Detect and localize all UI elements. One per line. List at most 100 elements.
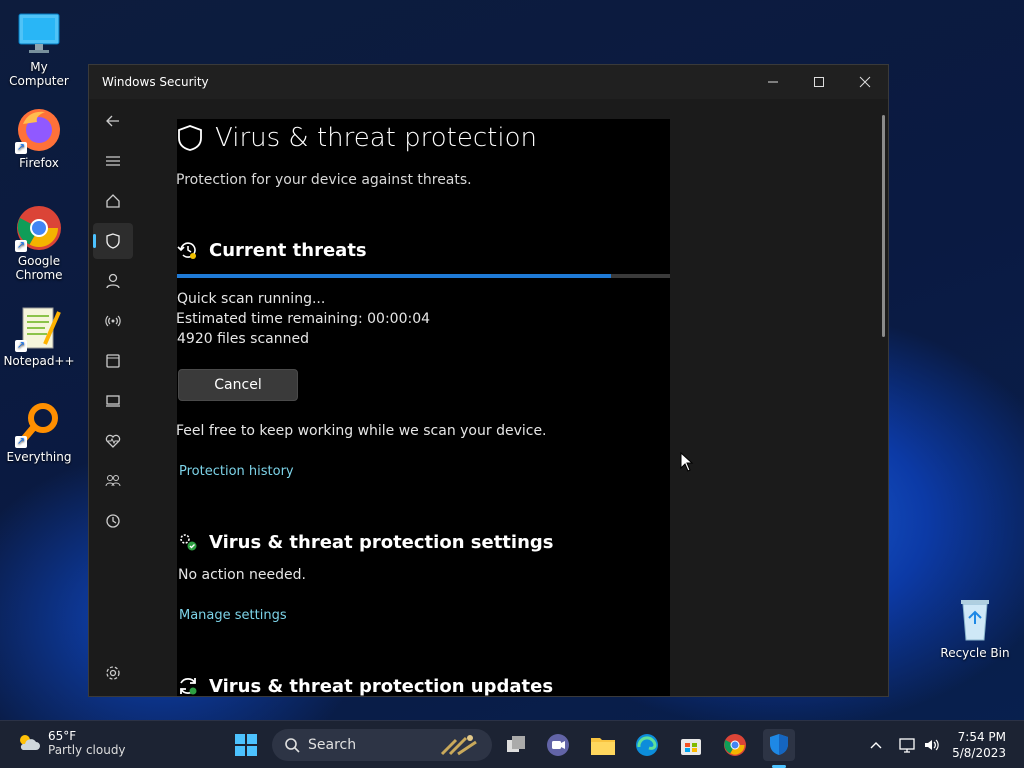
desktop-icon-label: Firefox <box>19 156 59 170</box>
current-threats-heading: Current threats <box>177 239 367 261</box>
store-button[interactable] <box>675 729 707 761</box>
scan-progress-fill <box>177 274 611 278</box>
desktop-icon-notepadpp[interactable]: ↗ Notepad++ <box>1 304 77 368</box>
close-button[interactable] <box>842 65 888 99</box>
taskbar: 65°F Partly cloudy Search 7:54 PM 5/8/20… <box>0 720 1024 768</box>
folder-icon <box>591 738 615 755</box>
time-remaining-value: 00:00:04 <box>367 311 431 327</box>
chrome-taskbar-button[interactable] <box>719 729 751 761</box>
file-explorer-button[interactable] <box>587 729 619 761</box>
scan-progress-bar <box>177 274 670 278</box>
minimize-icon <box>768 81 778 83</box>
maximize-icon <box>814 77 824 87</box>
title-bar[interactable]: Windows Security <box>89 65 888 99</box>
back-icon <box>106 115 119 127</box>
time-remaining: Estimated time remaining: 00:00:04 <box>177 311 430 327</box>
desktop-icon-chrome[interactable]: ↗ Google Chrome <box>1 204 77 282</box>
desktop-icon-label: My Computer <box>9 60 69 88</box>
window-title: Windows Security <box>102 75 209 89</box>
task-view-icon <box>507 736 525 752</box>
current-threats-title: Current threats <box>209 239 367 261</box>
recycle-bin-icon <box>951 596 999 644</box>
taskbar-search-box[interactable]: Search <box>272 729 492 761</box>
chevron-up-icon <box>870 742 882 749</box>
teams-button[interactable] <box>542 729 574 761</box>
main-content: Virus & threat protection Protection for… <box>177 119 670 696</box>
desktop-icon-label: Everything <box>6 450 72 464</box>
taskbar-clock[interactable]: 7:54 PM 5/8/2023 <box>952 729 1006 761</box>
desktop-icon-everything[interactable]: ↗ Everything <box>1 400 77 464</box>
app-body: Virus & threat protection Protection for… <box>89 99 888 696</box>
page-title: Virus & threat protection <box>177 123 537 153</box>
nav-settings[interactable] <box>93 655 133 691</box>
threat-scan-icon <box>177 242 196 259</box>
files-scanned-count: 4920 <box>177 331 213 347</box>
clock-time: 7:54 PM <box>957 730 1006 744</box>
scan-note: Feel free to keep working while we scan … <box>177 423 547 439</box>
edge-button[interactable] <box>631 729 663 761</box>
settings-section-title: Virus & threat protection settings <box>209 531 554 553</box>
manage-settings-link[interactable]: Manage settings <box>179 608 287 623</box>
nav-app-browser[interactable] <box>93 343 133 379</box>
shield-icon <box>178 125 202 151</box>
page-subtitle: Protection for your device against threa… <box>177 172 472 188</box>
menu-button[interactable] <box>93 143 133 179</box>
settings-section-heading: Virus & threat protection settings <box>177 531 554 553</box>
desktop-icon-label: Google Chrome <box>15 254 63 282</box>
edge-icon <box>636 734 658 756</box>
nav-home[interactable] <box>93 183 133 219</box>
desktop-icon-label: Notepad++ <box>3 354 75 368</box>
cancel-scan-button[interactable]: Cancel <box>178 369 298 401</box>
device-security-icon <box>106 395 120 407</box>
desktop-icon-recycle-bin[interactable]: Recycle Bin <box>937 596 1013 660</box>
history-icon <box>106 514 120 528</box>
menu-icon <box>106 156 120 166</box>
start-button[interactable] <box>230 729 262 761</box>
weather-temp: 65°F <box>48 729 77 743</box>
desktop-icon-my-computer[interactable]: My Computer <box>1 10 77 88</box>
windows-security-taskbar-button[interactable] <box>763 729 795 761</box>
vertical-scrollbar[interactable] <box>882 115 885 337</box>
mouse-cursor-icon <box>680 451 694 476</box>
scan-status: Quick scan running... <box>177 291 326 307</box>
nav-account-protection[interactable] <box>93 263 133 299</box>
firefox-icon: ↗ <box>15 106 63 154</box>
nav-firewall[interactable] <box>93 303 133 339</box>
back-button[interactable] <box>93 103 133 139</box>
updates-section-heading: Virus & threat protection updates <box>177 675 553 696</box>
app-browser-icon <box>106 354 120 368</box>
partly-cloudy-icon <box>20 735 40 750</box>
protection-history-link[interactable]: Protection history <box>179 464 294 479</box>
network-icon <box>899 738 915 753</box>
security-shield-icon <box>770 734 788 755</box>
notepadpp-icon: ↗ <box>15 304 63 352</box>
clock-date: 5/8/2023 <box>952 746 1006 760</box>
search-placeholder: Search <box>308 737 357 753</box>
show-hidden-icons-button[interactable] <box>864 733 888 757</box>
nav-protection-history[interactable] <box>93 503 133 539</box>
search-icon <box>285 738 300 753</box>
weather-desc: Partly cloudy <box>48 743 126 757</box>
updates-section-title: Virus & threat protection updates <box>209 675 554 697</box>
minimize-button[interactable] <box>750 65 796 99</box>
time-remaining-label: Estimated time remaining: <box>177 311 363 327</box>
maximize-button[interactable] <box>796 65 842 99</box>
nav-device-health[interactable] <box>93 423 133 459</box>
windows-logo-icon <box>235 734 257 756</box>
page-title-text: Virus & threat protection <box>215 123 537 153</box>
desktop-icon-firefox[interactable]: ↗ Firefox <box>1 106 77 170</box>
family-icon <box>105 475 121 487</box>
close-icon <box>859 76 871 88</box>
search-highlight-icon <box>440 735 477 756</box>
nav-virus-protection[interactable] <box>93 223 133 259</box>
volume-button[interactable] <box>920 733 944 757</box>
nav-family-options[interactable] <box>93 463 133 499</box>
weather-widget[interactable]: 65°F Partly cloudy <box>16 729 126 757</box>
shield-icon <box>106 233 120 249</box>
monitor-icon <box>15 10 63 58</box>
nav-device-security[interactable] <box>93 383 133 419</box>
nav-rail <box>89 99 137 696</box>
network-button[interactable] <box>896 733 920 757</box>
firewall-icon <box>105 315 121 327</box>
task-view-button[interactable] <box>500 729 532 761</box>
